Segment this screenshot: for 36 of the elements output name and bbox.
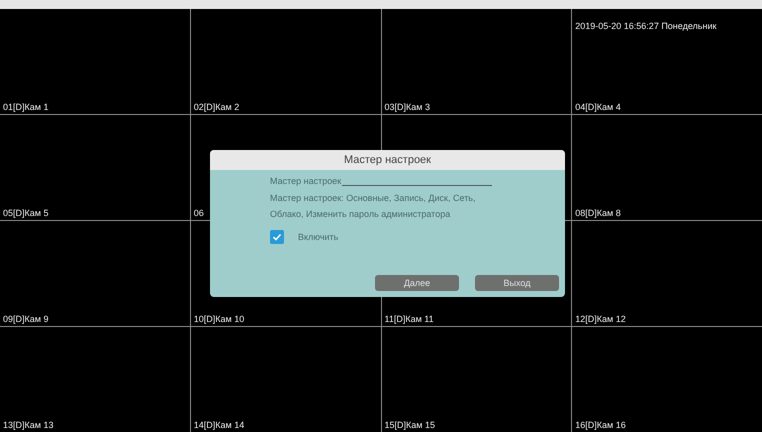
camera-label: 06 bbox=[194, 208, 204, 218]
camera-label: 08[D]Кам 8 bbox=[575, 208, 621, 218]
enable-checkbox[interactable] bbox=[270, 230, 284, 244]
camera-label: 05[D]Кам 5 bbox=[3, 208, 48, 218]
camera-label: 12[D]Кам 12 bbox=[575, 314, 626, 324]
exit-button[interactable]: Выход bbox=[475, 275, 559, 291]
camera-label: 04[D]Кам 4 bbox=[575, 102, 621, 112]
camera-label: 01[D]Кам 1 bbox=[3, 102, 48, 112]
camera-tile[interactable]: 02[D]Кам 2 bbox=[190, 9, 380, 114]
camera-tile[interactable]: 05[D]Кам 5 bbox=[0, 115, 190, 220]
camera-tile[interactable]: 2019-05-20 16:56:27 Понедельник 04[D]Кам 4 bbox=[572, 9, 762, 114]
next-button[interactable]: Далее bbox=[375, 275, 459, 291]
camera-label: 10[D]Кам 10 bbox=[194, 314, 244, 324]
dialog-title: Мастер настроек bbox=[210, 150, 565, 170]
camera-tile[interactable]: 01[D]Кам 1 bbox=[0, 9, 190, 114]
wizard-heading: Мастер настроек bbox=[270, 176, 342, 186]
camera-label: 14[D]Кам 14 bbox=[194, 420, 244, 430]
camera-tile[interactable]: 16[D]Кам 16 bbox=[572, 327, 762, 432]
camera-tile[interactable]: 03[D]Кам 3 bbox=[382, 9, 572, 114]
camera-label: 02[D]Кам 2 bbox=[194, 102, 240, 112]
camera-tile[interactable]: 12[D]Кам 12 bbox=[572, 221, 762, 326]
camera-label: 11[D]Кам 11 bbox=[384, 314, 434, 324]
wizard-description: Мастер настроек: Основные, Запись, Диск, Сеть, Облако, Изменить пароль администратора bbox=[270, 192, 477, 221]
camera-label: 09[D]Кам 9 bbox=[3, 314, 48, 324]
timestamp: 2019-05-20 16:56:27 Понедельник bbox=[575, 21, 718, 31]
camera-label: 03[D]Кам 3 bbox=[384, 102, 430, 112]
checkbox-label: Включить bbox=[298, 232, 338, 242]
camera-label: 16[D]Кам 16 bbox=[575, 420, 626, 430]
camera-tile[interactable]: 15[D]Кам 15 bbox=[382, 327, 572, 432]
camera-tile[interactable]: 08[D]Кам 8 bbox=[572, 115, 762, 220]
check-icon bbox=[272, 232, 282, 242]
camera-label: 13[D]Кам 13 bbox=[3, 420, 54, 430]
camera-tile[interactable]: 13[D]Кам 13 bbox=[0, 327, 190, 432]
camera-tile[interactable]: 14[D]Кам 14 bbox=[190, 327, 380, 432]
camera-tile[interactable]: 09[D]Кам 9 bbox=[0, 221, 190, 326]
camera-label: 15[D]Кам 15 bbox=[384, 420, 435, 430]
